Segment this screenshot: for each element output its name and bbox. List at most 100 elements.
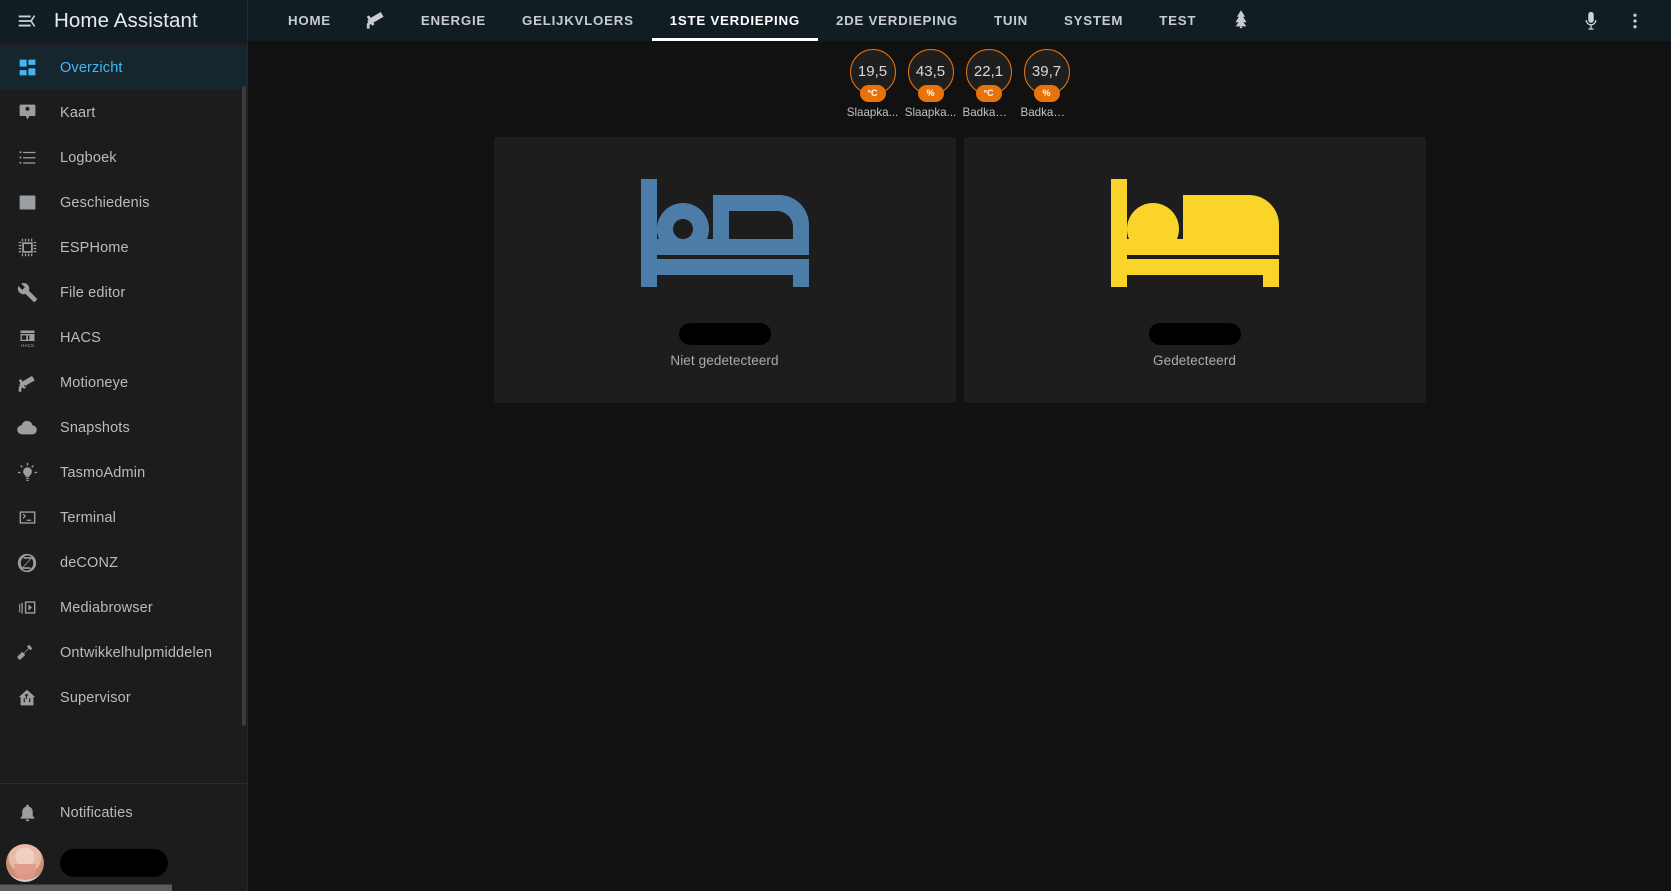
card-bed-sensor-off[interactable]: Niet gedetecteerd [493, 137, 956, 404]
tab-home[interactable]: HOME [270, 0, 349, 41]
toolbar-actions [1571, 0, 1671, 41]
sidebar-item-label: ESPHome [60, 239, 129, 256]
badge-name: Slaapka... [846, 106, 899, 119]
format-list-bulleted-icon [14, 145, 40, 171]
sidebar-vertical-scrollbar[interactable] [242, 86, 246, 726]
menu-collapse-icon[interactable] [12, 6, 42, 36]
dots-vertical-icon[interactable] [1615, 1, 1655, 41]
badge-circle: 43,5 % [907, 49, 954, 102]
sidebar-item-deconz[interactable]: deCONZ [0, 540, 247, 585]
sidebar-item-ontwikkelhulpmiddelen[interactable]: Ontwikkelhulpmiddelen [0, 630, 247, 675]
badge-name: Badkamer [962, 106, 1015, 119]
cloud-icon [14, 415, 40, 441]
tab-kerst[interactable] [1214, 0, 1268, 41]
sidebar-item-label: Snapshots [60, 419, 130, 436]
badge-badkamer-temperatuur[interactable]: 22,1 °C Badkamer [962, 49, 1015, 119]
badge-circle: 19,5 °C [849, 49, 896, 102]
tab-energie[interactable]: ENERGIE [403, 0, 504, 41]
tab-tuin[interactable]: TUIN [976, 0, 1046, 41]
play-box-multiple-icon [14, 595, 40, 621]
sidebar-item-label: Geschiedenis [60, 194, 150, 211]
sidebar-item-motioneye[interactable]: Motioneye [0, 360, 247, 405]
hammer-icon [14, 640, 40, 666]
badge-unit: °C [975, 85, 1002, 102]
chip-icon [14, 235, 40, 261]
microphone-icon[interactable] [1571, 1, 1611, 41]
sidebar-items-scroll[interactable]: Overzicht Kaart Logboek Geschiedenis ESP… [0, 41, 247, 775]
app-title: Home Assistant [54, 8, 198, 32]
sidebar-item-label: Overzicht [60, 59, 123, 76]
sidebar-item-supervisor[interactable]: Supervisor [0, 675, 247, 720]
entity-state: Niet gedetecteerd [670, 352, 779, 368]
sidebar-divider [0, 783, 247, 784]
sidebar-item-hacs[interactable]: HACS HACS [0, 315, 247, 360]
tab-1ste-verdieping[interactable]: 1STE VERDIEPING [651, 0, 819, 41]
badge-value: 39,7 [1031, 62, 1062, 80]
dashboard-view: 19,5 °C Slaapka... 43,5 % Slaapka... 22,… [248, 41, 1671, 891]
sidebar-horizontal-scrollbar[interactable] [0, 884, 172, 891]
top-toolbar: HOME ENERGIE GELIJKVLOERS 1STE VERDIEPIN… [248, 0, 1671, 41]
sidebar-item-label: Logboek [60, 149, 117, 166]
sidebar-item-label: Terminal [60, 509, 116, 526]
sidebar-item-label: Supervisor [60, 689, 131, 706]
sidebar-item-logboek[interactable]: Logboek [0, 135, 247, 180]
view-dashboard-icon [14, 55, 40, 81]
sidebar-item-notificaties[interactable]: Notificaties [0, 790, 247, 835]
tab-gelijkvloers[interactable]: GELIJKVLOERS [504, 0, 652, 41]
sidebar-item-overzicht[interactable]: Overzicht [0, 45, 247, 90]
entity-name-redacted [1148, 322, 1241, 345]
map-marker-account-icon [14, 100, 40, 126]
tab-test[interactable]: TEST [1141, 0, 1214, 41]
tab-label: SYSTEM [1064, 13, 1124, 28]
badge-badkamer-luchtvochtigheid[interactable]: 39,7 % Badkamer [1020, 49, 1073, 119]
sidebar-item-snapshots[interactable]: Snapshots [0, 405, 247, 450]
tab-label: TEST [1159, 13, 1197, 28]
home-assistant-app: Home Assistant Overzicht Kaart Logboek G… [0, 0, 1671, 891]
badge-value: 43,5 [915, 62, 946, 80]
sidebar-item-esphome[interactable]: ESPHome [0, 225, 247, 270]
sidebar-item-file-editor[interactable]: File editor [0, 270, 247, 315]
lightbulb-on-icon [14, 460, 40, 486]
sidebar-item-tasmoadmin[interactable]: TasmoAdmin [0, 450, 247, 495]
tab-2de-verdieping[interactable]: 2DE VERDIEPING [818, 0, 976, 41]
cctv-camera-icon [365, 8, 387, 33]
badge-slaapkamer-luchtvochtigheid[interactable]: 43,5 % Slaapka... [905, 49, 956, 119]
user-name-redacted [60, 849, 168, 877]
card-bed-sensor-on[interactable]: Gedetecteerd [963, 137, 1426, 404]
sidebar-item-geschiedenis[interactable]: Geschiedenis [0, 180, 247, 225]
home-assistant-supervisor-icon [14, 685, 40, 711]
wrench-icon [14, 280, 40, 306]
badge-value: 22,1 [973, 62, 1004, 80]
badge-unit: °C [859, 85, 886, 102]
tab-cameras[interactable] [349, 0, 403, 41]
sidebar-item-label: Kaart [60, 104, 96, 121]
sidebar-item-kaart[interactable]: Kaart [0, 90, 247, 135]
tab-label: TUIN [994, 13, 1029, 28]
sidebar-item-label: Ontwikkelhulpmiddelen [60, 644, 213, 661]
sidebar-item-mediabrowser[interactable]: Mediabrowser [0, 585, 247, 630]
badge-unit: % [917, 85, 944, 102]
sidebar-item-label: File editor [60, 284, 126, 301]
badge-unit: % [1033, 85, 1060, 102]
sidebar-item-label: deCONZ [60, 554, 119, 571]
hacs-store-icon: HACS [14, 325, 40, 351]
console-icon [14, 505, 40, 531]
sidebar-item-terminal[interactable]: Terminal [0, 495, 247, 540]
tab-system[interactable]: SYSTEM [1046, 0, 1141, 41]
badge-name: Badkamer [1020, 106, 1073, 119]
badge-slaapkamer-temperatuur[interactable]: 19,5 °C Slaapka... [846, 49, 899, 119]
sidebar-header: Home Assistant [0, 0, 247, 41]
sidebar: Home Assistant Overzicht Kaart Logboek G… [0, 0, 248, 891]
chart-box-icon [14, 190, 40, 216]
svg-text:HACS: HACS [20, 343, 33, 348]
zigbee-icon [14, 550, 40, 576]
tab-label: 2DE VERDIEPING [835, 13, 959, 28]
tab-label: ENERGIE [420, 13, 487, 28]
sidebar-item-label: Mediabrowser [60, 599, 153, 616]
badges-row: 19,5 °C Slaapka... 43,5 % Slaapka... 22,… [248, 41, 1671, 119]
sidebar-user-profile[interactable] [0, 835, 247, 891]
pine-tree-icon [1230, 8, 1252, 33]
avatar [6, 844, 44, 882]
cctv-camera-icon [14, 370, 40, 396]
tab-label: 1STE VERDIEPING [669, 13, 800, 28]
